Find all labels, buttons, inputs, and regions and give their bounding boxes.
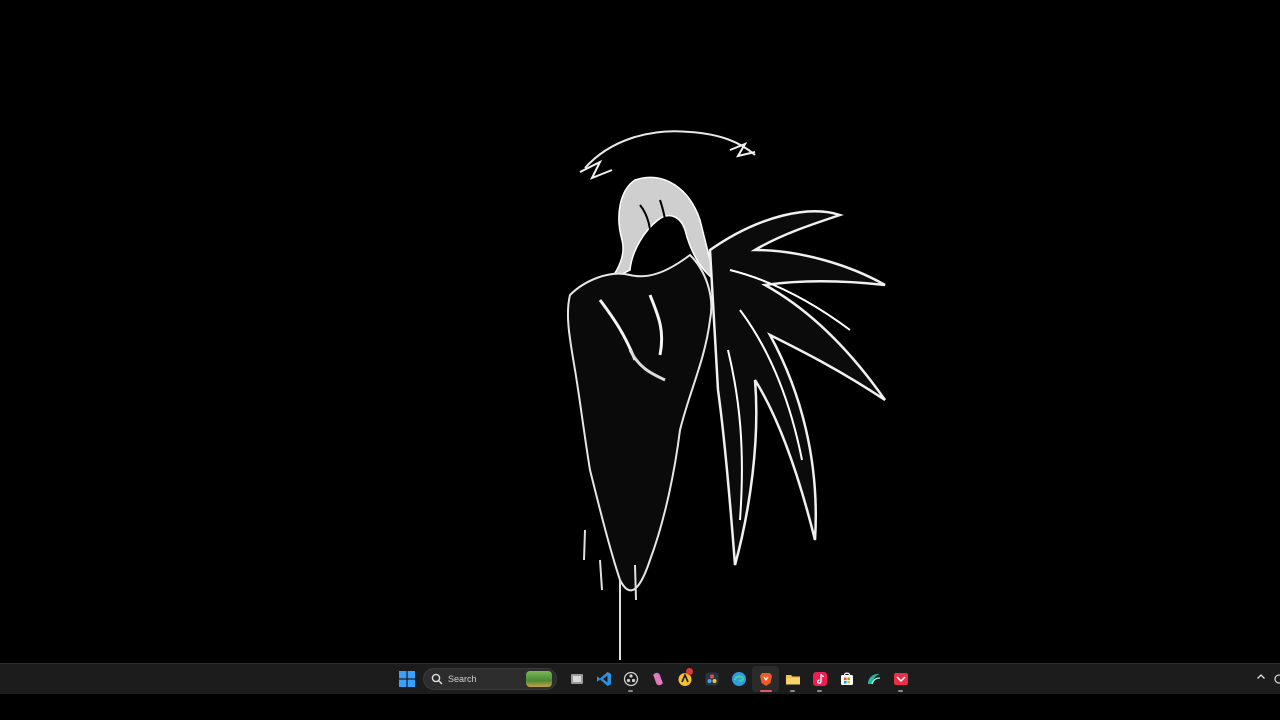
taskbar-file-explorer[interactable] [779,666,806,692]
taskbar-center: Search [395,666,914,692]
running-indicator [817,690,822,692]
start-button[interactable] [395,667,419,691]
screen-bottom-bar [0,694,1280,720]
taskbar-obs[interactable] [617,666,644,692]
search-box[interactable]: Search [423,668,557,690]
notification-badge [686,668,693,675]
taskbar-ai-app[interactable] [671,666,698,692]
task-view-icon [570,674,583,684]
search-icon [431,673,443,685]
running-indicator [898,690,903,692]
chevron-up-icon [1257,674,1265,679]
obs-icon [623,671,638,687]
taskbar-red-app[interactable] [887,666,914,692]
store-icon [840,672,853,685]
tray-app-icon [1274,674,1280,684]
taskbar-task-view[interactable] [563,666,590,692]
davinci-resolve-icon [705,672,718,686]
red-app-icon [893,673,908,685]
taskbar-edge[interactable] [725,666,752,692]
taskbar-tiktok[interactable] [806,666,833,692]
taskbar-vscode[interactable] [590,666,617,692]
vscode-icon [596,672,611,686]
taskbar-davinci[interactable] [698,666,725,692]
tray-icon-partial[interactable] [1272,670,1280,684]
brave-icon [759,673,772,686]
show-hidden-icons-button[interactable] [1254,670,1268,684]
taskbar-store[interactable] [833,666,860,692]
folder-icon [785,675,800,685]
wave-icon [867,673,880,685]
windows-logo-icon [399,671,415,687]
desktop [0,0,1280,663]
search-label: Search [448,674,477,684]
taskbar-wave-app[interactable] [860,666,887,692]
tiktok-icon [812,672,827,686]
running-indicator [790,690,795,692]
edge-icon [731,672,746,686]
running-indicator [759,690,772,692]
taskbar-brave[interactable] [752,666,779,692]
dark-angel-wallpaper-art [566,130,887,660]
taskbar: Search [0,663,1280,694]
taskbar-copilot[interactable] [644,666,671,692]
copilot-icon [652,672,663,686]
running-indicator [628,690,633,692]
search-highlight-image [526,671,552,687]
